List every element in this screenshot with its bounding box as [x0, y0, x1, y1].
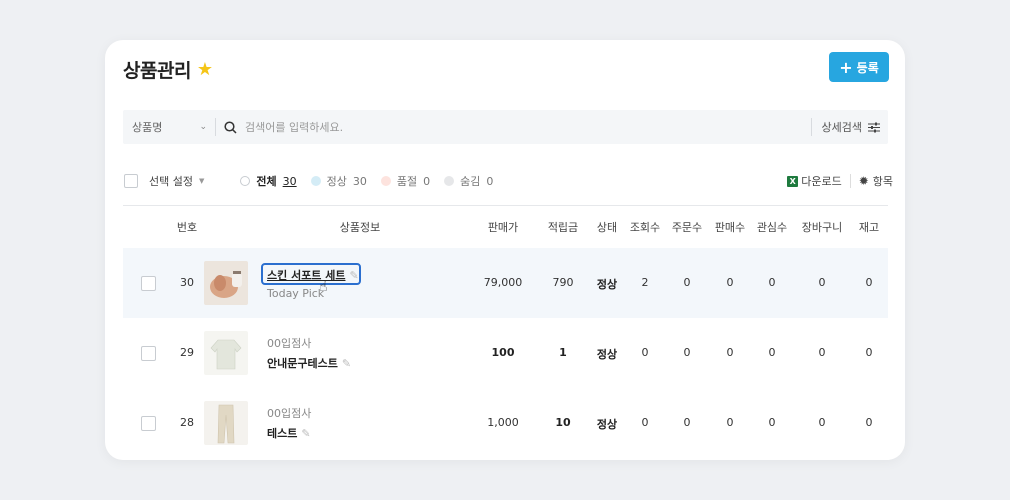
search-bar: 상품명 ⌄ 검색어를 입력하세요. 상세검색: [123, 110, 888, 144]
status-dot: [380, 176, 391, 186]
select-all-checkbox[interactable]: [124, 174, 138, 188]
header-status: 상태: [596, 221, 618, 234]
table-header: 번호 상품정보 판매가 적립금 상태 조회수 주문수 판매수 관심수 장바구니 …: [123, 216, 888, 238]
status-dot: [444, 176, 455, 186]
product-thumbnail[interactable]: [204, 401, 248, 445]
header-likes: 관심수: [756, 221, 788, 234]
status-dot: [310, 176, 321, 186]
excel-icon: X: [787, 175, 799, 187]
plus-icon: +: [839, 57, 853, 77]
header-stock: 재고: [858, 221, 880, 234]
header-views: 조회수: [629, 221, 661, 234]
status-badge: 정상: [596, 418, 618, 431]
add-product-button[interactable]: + 등록: [829, 52, 889, 82]
product-image: [204, 261, 248, 305]
filter-normal[interactable]: 정상 30: [310, 173, 367, 189]
divider: [123, 205, 888, 206]
header-cart: 장바구니: [801, 221, 843, 234]
header-point: 적립금: [547, 221, 579, 234]
row-checkbox[interactable]: [141, 346, 156, 361]
status-badge: 정상: [596, 278, 618, 291]
filter-row: 선택 설정 ▼ 전체 30 정상 30 품절 0 숨김 0 X 다운로드 ✹ 항…: [123, 170, 893, 192]
row-checkbox[interactable]: [141, 276, 156, 291]
product-thumbnail[interactable]: [204, 331, 248, 375]
header-orders: 주문수: [671, 221, 703, 234]
detail-search-button[interactable]: 상세검색: [812, 119, 888, 135]
header-product-info: 상품정보: [339, 221, 381, 234]
focus-outline: [261, 263, 361, 285]
status-badge: 정상: [596, 348, 618, 361]
search-input[interactable]: 검색어를 입력하세요.: [216, 119, 811, 135]
filter-all[interactable]: 전체 30: [240, 173, 297, 189]
product-image: [204, 331, 248, 375]
gear-icon: ✹: [858, 174, 869, 188]
columns-button[interactable]: ✹ 항목: [859, 173, 893, 189]
filter-soldout[interactable]: 품절 0: [380, 173, 430, 189]
select-settings-dropdown[interactable]: 선택 설정 ▼: [149, 173, 204, 189]
table-row[interactable]: 30 스킨 서포트 세트 ✎ ☝ Today Pick 79,000 790 정…: [123, 248, 888, 318]
filter-hidden[interactable]: 숨김 0: [444, 173, 493, 189]
hand-cursor-icon: ☝: [319, 279, 328, 295]
header-sales: 판매수: [714, 221, 746, 234]
page-title: 상품관리 ★: [123, 59, 213, 82]
table-row[interactable]: 28 00입점사 테스트 ✎ 1,000 10 정상 0 0 0 0 0 0: [123, 388, 888, 458]
search-icon: [224, 120, 237, 134]
caret-down-icon: ▼: [198, 177, 205, 185]
search-field-select[interactable]: 상품명 ⌄: [123, 110, 215, 144]
header-price: 판매가: [487, 221, 519, 234]
header-no: 번호: [176, 221, 198, 234]
sliders-icon: [868, 122, 880, 132]
product-name-link[interactable]: 안내문구테스트: [267, 355, 338, 371]
row-checkbox[interactable]: [141, 416, 156, 431]
download-button[interactable]: X 다운로드: [787, 173, 842, 189]
product-management-card: 상품관리 ★ + 등록 상품명 ⌄ 검색어를 입력하세요. 상세검색 선택 설정…: [105, 40, 905, 460]
product-image: [204, 401, 248, 445]
chevron-down-icon: ⌄: [199, 122, 207, 132]
status-dot: [240, 176, 251, 186]
star-icon[interactable]: ★: [197, 59, 213, 80]
table-row[interactable]: 29 00입점사 안내문구테스트 ✎ 100 1 정상 0 0 0 0 0 0: [123, 318, 888, 388]
product-thumbnail[interactable]: [204, 261, 248, 305]
product-name-link[interactable]: 테스트: [267, 425, 297, 441]
pencil-icon[interactable]: ✎: [301, 427, 310, 440]
pencil-icon[interactable]: ✎: [342, 357, 351, 370]
